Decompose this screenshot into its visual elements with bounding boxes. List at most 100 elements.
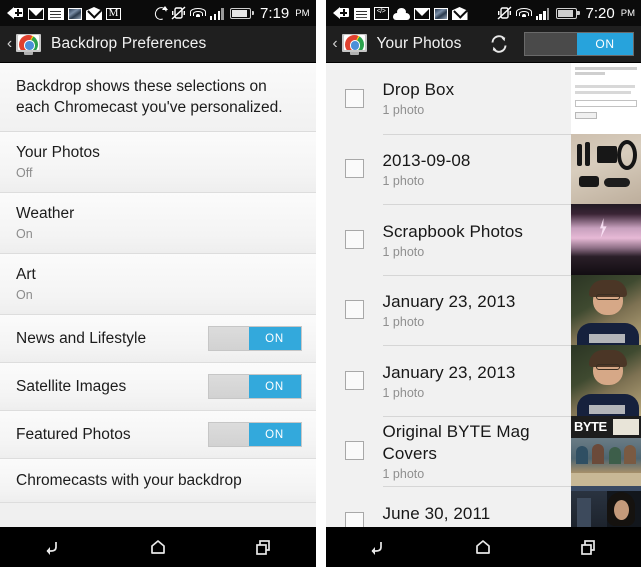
- album-name: January 23, 2013: [382, 362, 516, 382]
- album-row-june-30-2011[interactable]: June 30, 2011 1 photo: [325, 486, 641, 527]
- left-settings-list[interactable]: Backdrop shows these selections on each …: [0, 63, 316, 527]
- photo-thumbnail-icon: [68, 7, 82, 20]
- wifi-icon: [190, 7, 207, 20]
- right-status-notification-icons: [332, 6, 468, 20]
- setting-row-news-and-lifestyle[interactable]: News and Lifestyle ON: [0, 315, 316, 363]
- left-action-bar: ‹ Backdrop Preferences: [0, 26, 316, 63]
- vibrate-muted-icon: [171, 6, 186, 20]
- setting-title: News and Lifestyle: [16, 329, 147, 347]
- message-lines-icon: [48, 7, 64, 20]
- album-thumbnail-selfie-portrait-photo: [571, 274, 641, 345]
- toggle-switch-featured-photos[interactable]: ON: [207, 422, 302, 447]
- setting-row-satellite-images[interactable]: Satellite Images ON: [0, 363, 316, 411]
- signal-bars-icon: [210, 7, 226, 20]
- chromecast-icon: [16, 33, 41, 55]
- setting-title: Chromecasts with your backdrop: [16, 471, 242, 489]
- album-thumbnail-subscribe-form-screenshot: [571, 63, 641, 134]
- setting-status: On: [16, 227, 33, 241]
- toggle-switch-satellite-images[interactable]: ON: [207, 374, 302, 399]
- recents-button[interactable]: [240, 532, 286, 562]
- toggle-switch-news-and-lifestyle[interactable]: ON: [207, 326, 302, 351]
- toggle-on-label: ON: [248, 423, 301, 446]
- refresh-sync-icon[interactable]: [488, 33, 510, 55]
- album-name: 2013-09-08: [382, 151, 471, 171]
- album-checkbox-cell[interactable]: [326, 204, 383, 275]
- right-phone-screen: 7:20 PM ‹ Your Photos: [325, 0, 641, 567]
- left-status-system-icons: 7:19 PM: [154, 4, 310, 22]
- album-checkbox-cell[interactable]: [326, 416, 383, 487]
- home-button[interactable]: [460, 532, 506, 562]
- download-arrow-icon: [332, 6, 350, 20]
- album-row-january-23-2013-a[interactable]: January 23, 2013 1 photo: [325, 274, 641, 346]
- right-action-bar: ‹ Your Photos ON: [325, 26, 641, 63]
- album-photo-count: 1 photo: [382, 315, 425, 330]
- album-checkbox-cell[interactable]: [326, 275, 383, 346]
- album-row-scrapbook-photos[interactable]: Scrapbook Photos 1 photo: [325, 204, 641, 275]
- album-checkbox-cell[interactable]: [326, 63, 383, 134]
- checkbox-icon[interactable]: [344, 511, 364, 527]
- checkbox-icon[interactable]: [344, 88, 364, 108]
- chromecast-icon: [341, 33, 367, 55]
- right-status-system-icons: 7:20 PM: [497, 5, 635, 22]
- setting-title: Featured Photos: [16, 425, 131, 443]
- your-photos-master-toggle[interactable]: ON: [524, 32, 634, 56]
- up-back-chevron-icon[interactable]: ‹: [4, 36, 15, 52]
- checkbox-icon[interactable]: [344, 441, 364, 461]
- toggle-track: [208, 423, 249, 446]
- back-button[interactable]: [30, 532, 76, 562]
- album-thumbnail-selfie-portrait-photo: [571, 345, 641, 416]
- album-photo-count: 1 photo: [382, 467, 425, 482]
- checkbox-icon[interactable]: [344, 370, 364, 390]
- toggle-on-label: ON: [577, 33, 633, 55]
- setting-title: Satellite Images: [16, 377, 127, 395]
- album-meta: January 23, 2013 1 photo: [382, 345, 571, 416]
- envelope-check-icon: [86, 7, 102, 20]
- back-button[interactable]: [355, 532, 401, 562]
- setting-row-your-photos[interactable]: Your Photos Off: [0, 132, 316, 193]
- album-checkbox-cell[interactable]: [326, 134, 383, 205]
- up-back-chevron-icon[interactable]: ‹: [330, 36, 341, 52]
- checkbox-icon[interactable]: [344, 300, 364, 320]
- left-nav-bar: [0, 527, 316, 567]
- album-row-original-byte-mag-covers[interactable]: Original BYTE Mag Covers 1 photo BYTE: [325, 415, 641, 487]
- left-phone-screen: 7:19 PM ‹ Backdrop Preferences Backdrop …: [0, 0, 316, 567]
- intro-text: Backdrop shows these selections on each …: [16, 78, 283, 116]
- album-meta: 2013-09-08 1 photo: [382, 133, 571, 205]
- album-checkbox-cell[interactable]: [326, 486, 383, 527]
- setting-status: On: [16, 288, 33, 302]
- envelope-icon: [413, 7, 430, 20]
- dual-phone-screenshot: 7:19 PM ‹ Backdrop Preferences Backdrop …: [0, 0, 641, 567]
- setting-title: Weather: [16, 205, 75, 222]
- setting-row-featured-photos[interactable]: Featured Photos ON: [0, 411, 316, 459]
- envelope-icon: [28, 7, 44, 20]
- album-meta: Original BYTE Mag Covers 1 photo: [382, 415, 571, 487]
- album-thumbnail-night-portrait-photo: [571, 486, 641, 527]
- envelope-check-icon: [451, 7, 468, 20]
- album-row-january-23-2013-b[interactable]: January 23, 2013 1 photo: [325, 345, 641, 416]
- setting-row-chromecasts-with-your-backdrop[interactable]: Chromecasts with your backdrop: [0, 459, 316, 503]
- album-list[interactable]: Drop Box 1 photo 2013-09-08 1 photo Scra…: [325, 63, 641, 527]
- recents-button[interactable]: [565, 532, 611, 562]
- album-photo-count: 1 photo: [382, 174, 425, 189]
- wifi-icon: [515, 7, 532, 20]
- status-time: 7:19: [260, 4, 290, 22]
- album-row-2013-09-08[interactable]: 2013-09-08 1 photo: [325, 133, 641, 205]
- checkbox-icon[interactable]: [344, 159, 364, 179]
- album-meta: January 23, 2013 1 photo: [382, 274, 571, 346]
- screenshot-divider: [315, 0, 321, 567]
- checkbox-icon[interactable]: [344, 229, 364, 249]
- setting-row-art[interactable]: Art On: [0, 254, 316, 315]
- photo-thumbnail-icon: [433, 7, 448, 20]
- album-photo-count: 1 photo: [382, 244, 425, 259]
- page-title: Backdrop Preferences: [51, 35, 207, 52]
- album-checkbox-cell[interactable]: [326, 345, 383, 416]
- setting-status: Off: [16, 166, 33, 180]
- setting-title: Art: [16, 266, 36, 283]
- album-row-drop-box[interactable]: Drop Box 1 photo: [325, 63, 641, 134]
- battery-charging-icon: [555, 7, 580, 19]
- page-title: Your Photos: [376, 35, 462, 52]
- cloud-icon: [392, 7, 410, 20]
- setting-row-weather[interactable]: Weather On: [0, 193, 316, 254]
- home-button[interactable]: [135, 532, 181, 562]
- battery-icon: [230, 7, 255, 19]
